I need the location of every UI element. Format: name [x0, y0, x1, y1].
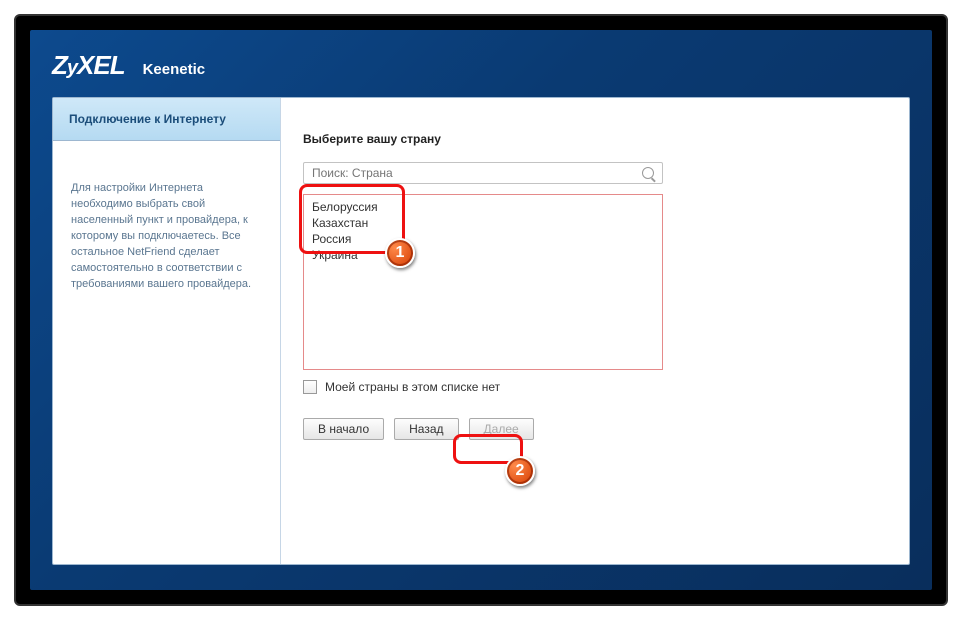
annotation-badge-2: 2: [505, 456, 535, 486]
screenshot-frame: ZyXEL Keenetic Подключение к Интернету Д…: [14, 14, 948, 606]
home-button[interactable]: В начало: [303, 418, 384, 440]
header: ZyXEL Keenetic: [52, 44, 910, 97]
router-page: ZyXEL Keenetic Подключение к Интернету Д…: [30, 30, 932, 590]
page-heading: Выберите вашу страну: [303, 132, 887, 146]
model-name: Keenetic: [143, 61, 206, 78]
checkbox-icon[interactable]: [303, 380, 317, 394]
next-button[interactable]: Далее: [469, 418, 534, 440]
search-input[interactable]: [312, 166, 636, 180]
button-row: В начало Назад Далее: [303, 418, 887, 440]
list-item[interactable]: Белоруссия: [310, 199, 656, 215]
search-field-wrap[interactable]: [303, 162, 663, 184]
not-listed-label: Моей страны в этом списке нет: [325, 380, 500, 394]
wizard-panel: Подключение к Интернету Для настройки Ин…: [52, 97, 910, 565]
sidebar-help-text: Для настройки Интернета необходимо выбра…: [53, 141, 280, 311]
list-item[interactable]: Казахстан: [310, 215, 656, 231]
list-item[interactable]: Россия: [310, 231, 656, 247]
main-content: Выберите вашу страну Белоруссия Казахста…: [281, 98, 909, 564]
step-tab-internet[interactable]: Подключение к Интернету: [53, 98, 280, 141]
sidebar: Подключение к Интернету Для настройки Ин…: [53, 98, 281, 564]
back-button[interactable]: Назад: [394, 418, 458, 440]
not-listed-row[interactable]: Моей страны в этом списке нет: [303, 380, 887, 394]
country-listbox[interactable]: Белоруссия Казахстан Россия Украина: [303, 194, 663, 370]
search-icon: [642, 167, 654, 179]
brand-logo: ZyXEL: [52, 50, 125, 81]
list-item[interactable]: Украина: [310, 247, 656, 263]
